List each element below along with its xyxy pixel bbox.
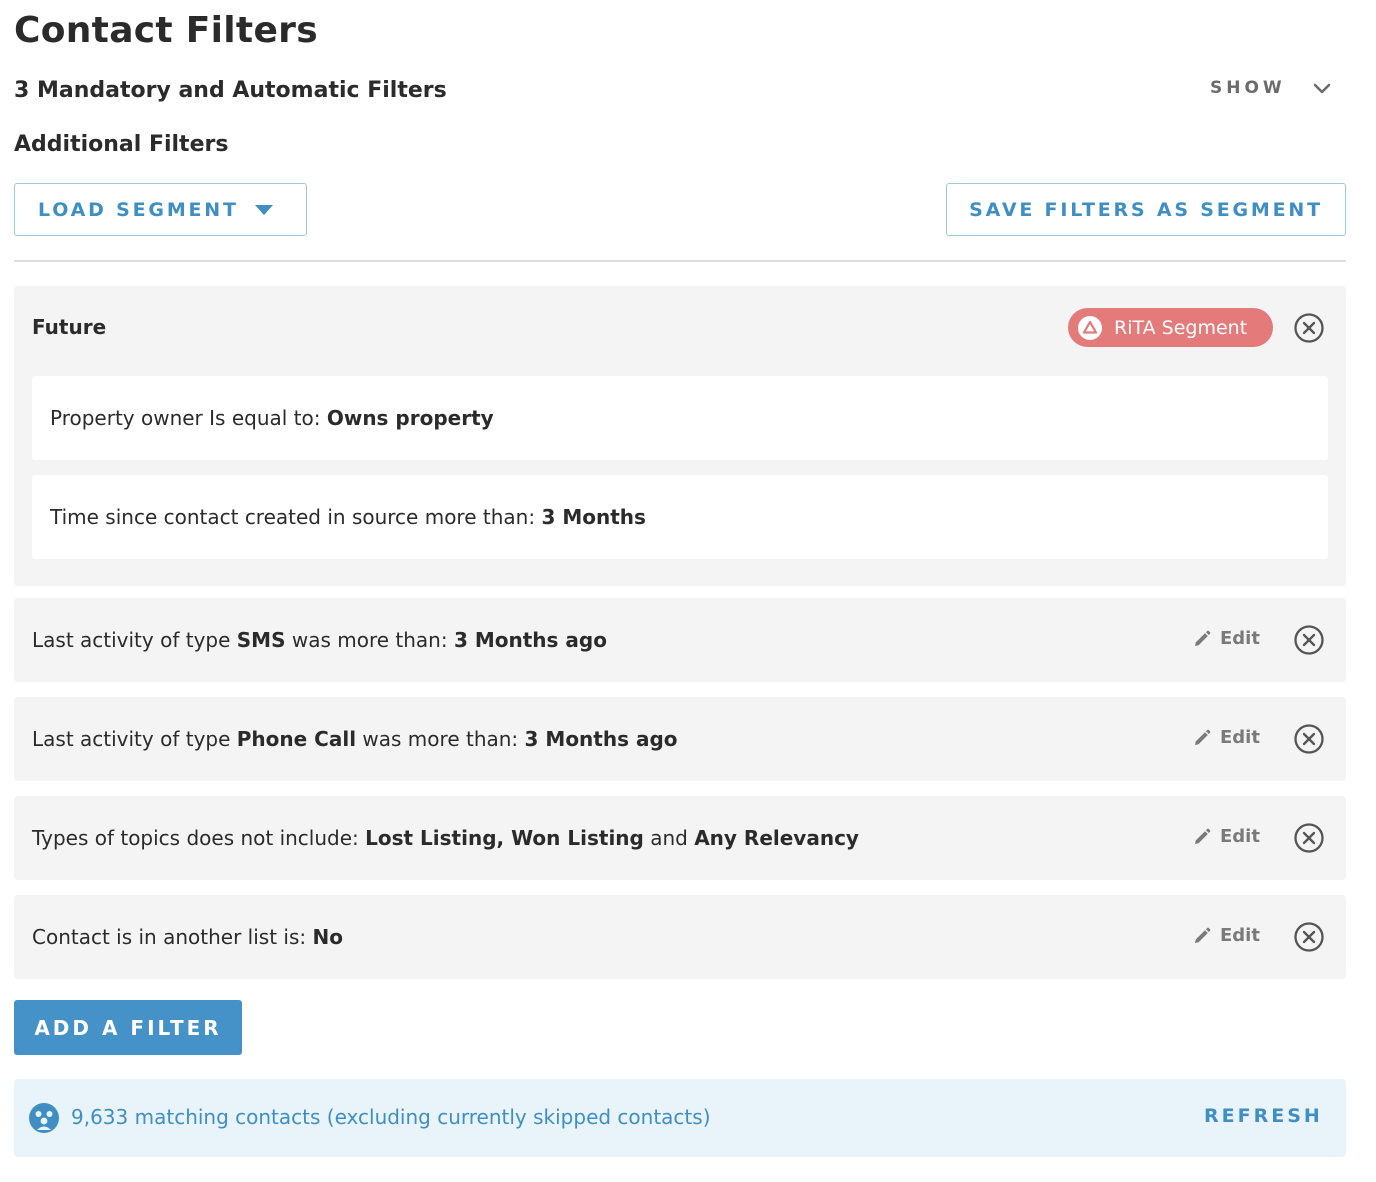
filter-row: Contact is in another list is: No Edit	[14, 895, 1346, 979]
dropdown-caret-icon	[254, 204, 273, 215]
segment-condition: Property owner Is equal to: Owns propert…	[32, 376, 1328, 460]
filter-text: and	[643, 826, 695, 850]
edit-label: Edit	[1220, 628, 1260, 649]
edit-filter-button[interactable]: Edit	[1192, 628, 1260, 649]
condition-text: Time since contact created in source mor…	[50, 505, 542, 529]
pencil-icon	[1195, 927, 1211, 943]
edit-label: Edit	[1220, 826, 1260, 847]
filter-row: Types of topics does not include: Lost L…	[14, 796, 1346, 880]
remove-segment-close-icon[interactable]	[1293, 312, 1325, 344]
filter-row: Last activity of type Phone Call was mor…	[14, 697, 1346, 781]
contacts-group-icon	[28, 1102, 60, 1134]
page-title: Contact Filters	[14, 10, 318, 51]
add-filter-button[interactable]: ADD A FILTER	[14, 1000, 242, 1055]
filter-value: Any Relevancy	[694, 826, 859, 850]
pencil-icon	[1195, 828, 1211, 844]
filter-value: 3 Months ago	[524, 727, 678, 751]
rita-segment-badge: RiTA Segment	[1068, 308, 1273, 347]
filter-value: 3 Months ago	[453, 628, 607, 652]
condition-text: Property owner Is equal to:	[50, 406, 327, 430]
filter-value: Lost Listing, Won Listing	[365, 826, 644, 850]
edit-label: Edit	[1220, 925, 1260, 946]
edit-filter-button[interactable]: Edit	[1192, 826, 1260, 847]
filter-text: Contact is in another list is:	[32, 925, 313, 949]
matching-contacts-bar: 9,633 matching contacts (excluding curre…	[14, 1079, 1346, 1157]
filter-text: Types of topics does not include:	[32, 826, 366, 850]
condition-value: Owns property	[326, 406, 494, 430]
filter-row: Last activity of type SMS was more than:…	[14, 598, 1346, 682]
segment-name: Future	[32, 315, 107, 339]
filter-value: No	[312, 925, 343, 949]
filter-value: Phone Call	[236, 727, 357, 751]
filter-text: was more than:	[356, 727, 525, 751]
chevron-down-icon	[1312, 78, 1332, 98]
save-filters-as-segment-button[interactable]: SAVE FILTERS AS SEGMENT	[946, 183, 1346, 236]
warning-triangle-icon	[1078, 315, 1102, 340]
remove-filter-close-icon[interactable]	[1293, 723, 1325, 755]
edit-filter-button[interactable]: Edit	[1192, 925, 1260, 946]
pencil-icon	[1195, 630, 1211, 646]
additional-filters-heading: Additional Filters	[14, 132, 229, 157]
mandatory-filters-label: 3 Mandatory and Automatic Filters	[14, 78, 447, 103]
badge-label: RiTA Segment	[1114, 316, 1248, 339]
filter-text: Last activity of type	[32, 727, 237, 751]
condition-value: 3 Months	[541, 505, 646, 529]
filter-text: Last activity of type	[32, 628, 237, 652]
filter-value: SMS	[236, 628, 286, 652]
segment-condition: Time since contact created in source mor…	[32, 475, 1328, 559]
edit-filter-button[interactable]: Edit	[1192, 727, 1260, 748]
show-mandatory-toggle[interactable]: SHOW	[1210, 78, 1332, 98]
segment-group: Future RiTA Segment Property owner Is eq…	[14, 286, 1346, 586]
remove-filter-close-icon[interactable]	[1293, 822, 1325, 854]
edit-label: Edit	[1220, 727, 1260, 748]
filter-text: was more than:	[285, 628, 454, 652]
pencil-icon	[1195, 729, 1211, 745]
remove-filter-close-icon[interactable]	[1293, 624, 1325, 656]
remove-filter-close-icon[interactable]	[1293, 921, 1325, 953]
matching-contacts-count: 9,633 matching contacts (excluding curre…	[71, 1105, 711, 1129]
divider	[14, 260, 1346, 262]
refresh-button[interactable]: REFRESH	[1204, 1105, 1323, 1127]
load-segment-button[interactable]: LOAD SEGMENT	[14, 183, 307, 236]
show-label: SHOW	[1210, 78, 1286, 98]
load-segment-label: LOAD SEGMENT	[38, 198, 239, 221]
